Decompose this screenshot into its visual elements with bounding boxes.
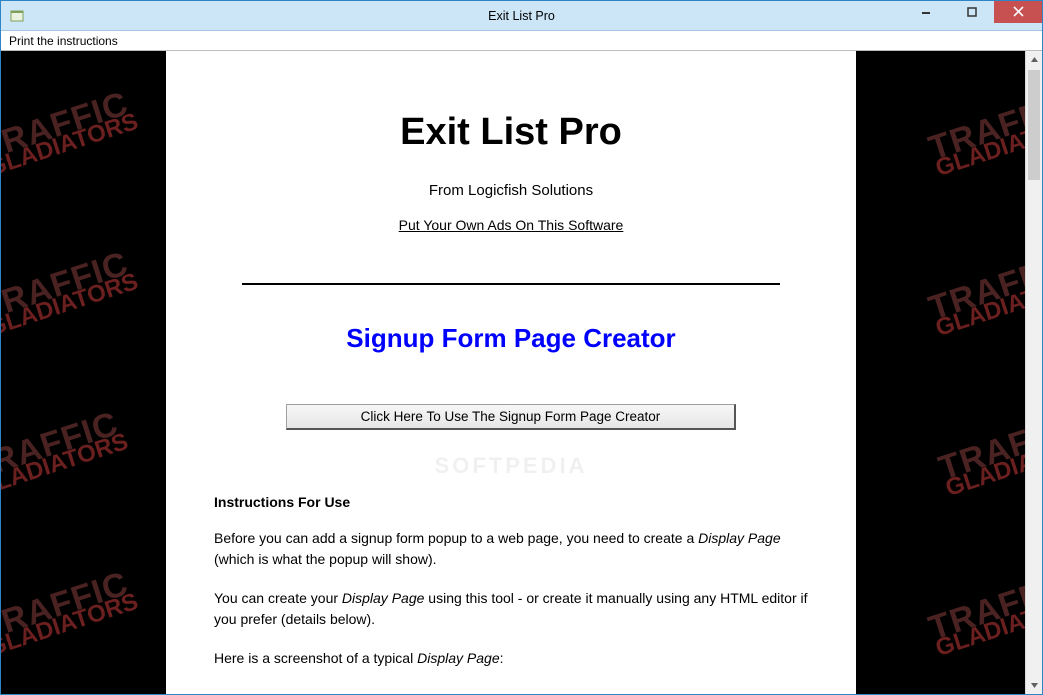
subtitle: From Logicfish Solutions [214, 182, 808, 199]
titlebar[interactable]: Exit List Pro [1, 1, 1042, 31]
instructions-paragraph-3: Here is a screenshot of a typical Displa… [214, 648, 808, 669]
minimize-button[interactable] [902, 1, 948, 23]
ads-link[interactable]: Put Your Own Ads On This Software [214, 217, 808, 233]
section-title: Signup Form Page Creator [214, 323, 808, 354]
divider [242, 283, 780, 285]
scroll-up-button[interactable] [1026, 51, 1042, 68]
window-controls [902, 1, 1042, 23]
application-window: Exit List Pro Print the instructions TRA… [0, 0, 1043, 695]
document-page: Exit List Pro From Logicfish Solutions P… [166, 51, 856, 694]
menubar: Print the instructions [1, 31, 1042, 51]
close-button[interactable] [994, 1, 1042, 23]
instructions-paragraph-1: Before you can add a signup form popup t… [214, 528, 808, 570]
signup-form-page-creator-button[interactable]: Click Here To Use The Signup Form Page C… [286, 404, 736, 430]
content-viewport: TRAFFICGLADIATORS TRAFFICGLADIATORS TRAF… [1, 51, 1025, 694]
maximize-button[interactable] [948, 1, 994, 23]
window-title: Exit List Pro [1, 9, 1042, 23]
instructions-paragraph-2: You can create your Display Page using t… [214, 588, 808, 630]
scroll-track[interactable] [1026, 68, 1042, 677]
vertical-scrollbar[interactable] [1025, 51, 1042, 694]
client-area: TRAFFICGLADIATORS TRAFFICGLADIATORS TRAF… [1, 51, 1042, 694]
page-title: Exit List Pro [214, 111, 808, 154]
instructions-heading: Instructions For Use [214, 494, 808, 510]
scroll-down-button[interactable] [1026, 677, 1042, 694]
menu-print-instructions[interactable]: Print the instructions [5, 33, 122, 49]
app-icon [9, 8, 25, 24]
scroll-thumb[interactable] [1028, 70, 1040, 180]
softpedia-watermark: SOFTPEDIA [435, 453, 588, 479]
